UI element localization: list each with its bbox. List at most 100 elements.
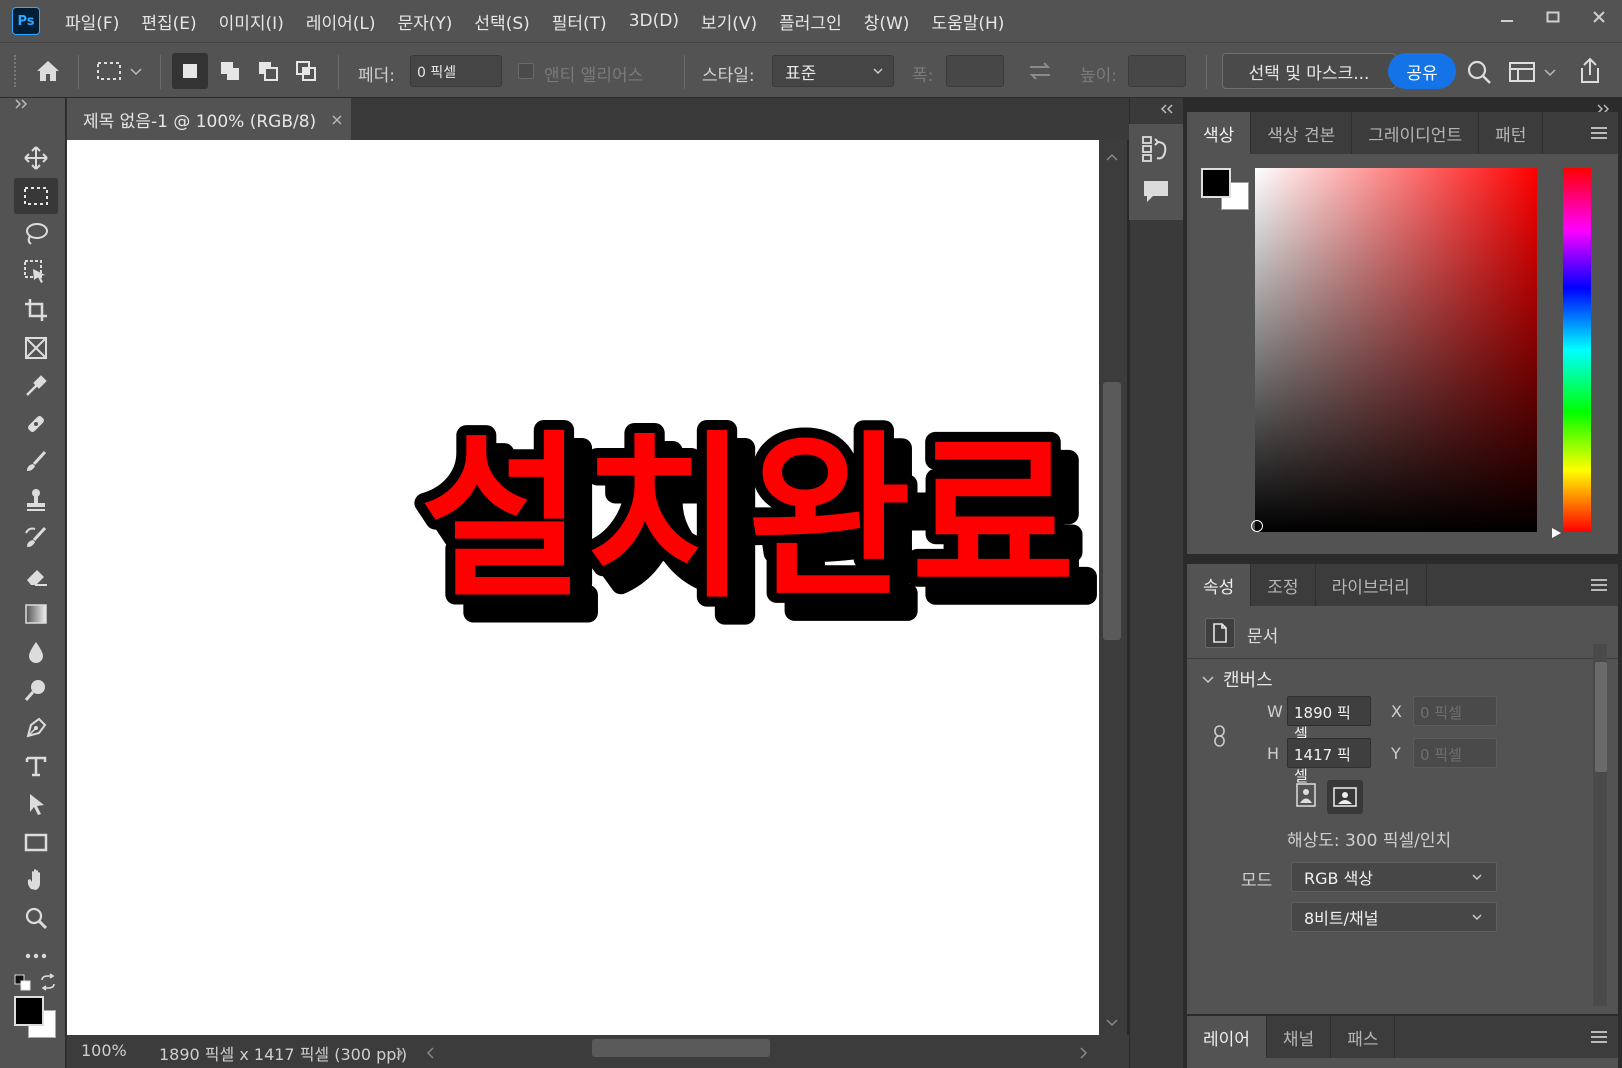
antialias-checkbox[interactable]	[518, 63, 534, 79]
gradient-tool-icon[interactable]	[14, 596, 58, 632]
eraser-tool-icon[interactable]	[14, 558, 58, 594]
intersect-selection-icon[interactable]	[288, 53, 324, 89]
landscape-orientation-icon[interactable]	[1327, 780, 1363, 814]
share-button[interactable]: 공유	[1388, 53, 1456, 89]
panel-menu-icon[interactable]	[1590, 1029, 1608, 1043]
canvas-width-field[interactable]: 1890 픽셀	[1287, 696, 1371, 743]
swap-colors-icon[interactable]	[38, 972, 58, 992]
scroll-down-icon[interactable]	[1104, 1014, 1120, 1033]
menu-select[interactable]: 선택(S)	[463, 9, 540, 34]
tab-libraries[interactable]: 라이브러리	[1316, 564, 1427, 606]
pen-tool-icon[interactable]	[14, 710, 58, 746]
history-panel-icon[interactable]	[1141, 134, 1171, 168]
tab-color[interactable]: 색상	[1187, 112, 1252, 154]
eyedropper-tool-icon[interactable]	[14, 368, 58, 404]
tab-channels[interactable]: 채널	[1267, 1016, 1332, 1058]
frame-tool-icon[interactable]	[14, 330, 58, 366]
brush-tool-icon[interactable]	[14, 444, 58, 480]
collapse-toolbar-icon[interactable]	[14, 98, 30, 113]
marquee-preset-picker[interactable]	[96, 55, 152, 87]
scroll-left-icon[interactable]	[425, 1045, 435, 1064]
comments-panel-icon[interactable]	[1141, 178, 1171, 210]
home-icon[interactable]	[30, 53, 66, 89]
tab-adjustments[interactable]: 조정	[1251, 564, 1316, 606]
height-input[interactable]	[1128, 55, 1186, 87]
tab-swatches[interactable]: 색상 견본	[1251, 112, 1353, 154]
width-input[interactable]	[946, 55, 1004, 87]
feather-input[interactable]: 0 픽셀	[410, 55, 502, 87]
rectangular-marquee-tool-icon[interactable]	[14, 178, 58, 214]
menu-3d[interactable]: 3D(D)	[618, 11, 690, 31]
horizontal-scroll-thumb[interactable]	[592, 1039, 770, 1057]
more-tools-icon[interactable]	[14, 938, 58, 974]
clone-stamp-tool-icon[interactable]	[14, 482, 58, 518]
rectangle-tool-icon[interactable]	[14, 824, 58, 860]
share-export-icon[interactable]	[1574, 55, 1606, 87]
menu-filter[interactable]: 필터(T)	[541, 9, 618, 34]
hue-slider[interactable]	[1563, 168, 1591, 532]
hand-tool-icon[interactable]	[14, 862, 58, 898]
menu-window[interactable]: 창(W)	[853, 9, 921, 34]
crop-tool-icon[interactable]	[14, 292, 58, 328]
color-mode-select[interactable]: RGB 색상	[1291, 862, 1497, 892]
color-field[interactable]	[1255, 168, 1537, 532]
workspace-switcher[interactable]	[1508, 57, 1564, 87]
zoom-tool-icon[interactable]	[14, 900, 58, 936]
collapse-dock-icon[interactable]	[1160, 100, 1176, 119]
dodge-tool-icon[interactable]	[14, 672, 58, 708]
properties-scroll-thumb[interactable]	[1595, 662, 1607, 772]
link-dimensions-icon[interactable]	[1211, 724, 1229, 752]
tab-gradients[interactable]: 그레이디언트	[1352, 112, 1480, 154]
minimize-icon[interactable]	[1484, 0, 1530, 34]
move-tool-icon[interactable]	[14, 140, 58, 176]
swap-dimensions-icon[interactable]	[1026, 59, 1054, 83]
tab-paths[interactable]: 패스	[1331, 1016, 1396, 1058]
maximize-icon[interactable]	[1530, 0, 1576, 34]
menu-view[interactable]: 보기(V)	[690, 9, 768, 34]
tab-layers[interactable]: 레이어	[1187, 1016, 1267, 1058]
canvas-height-field[interactable]: 1417 픽셀	[1287, 738, 1371, 785]
tab-patterns[interactable]: 패턴	[1479, 112, 1544, 154]
default-colors-icon[interactable]	[14, 974, 32, 992]
menu-image[interactable]: 이미지(I)	[208, 9, 295, 34]
text-layer[interactable]: 설치완료 설치완료 설치완료	[410, 405, 1200, 650]
hue-slider-handle[interactable]	[1551, 524, 1563, 543]
menu-file[interactable]: 파일(F)	[54, 9, 130, 34]
panel-menu-icon[interactable]	[1590, 125, 1608, 139]
subtract-from-selection-icon[interactable]	[250, 53, 286, 89]
tab-properties[interactable]: 속성	[1187, 564, 1252, 606]
panel-menu-icon[interactable]	[1590, 577, 1608, 591]
section-collapse-icon[interactable]	[1201, 672, 1215, 691]
menu-plugins[interactable]: 플러그인	[768, 9, 853, 34]
object-selection-tool-icon[interactable]	[14, 254, 58, 290]
zoom-level[interactable]: 100%	[81, 1041, 127, 1060]
type-tool-icon[interactable]	[14, 748, 58, 784]
blur-tool-icon[interactable]	[14, 634, 58, 670]
path-selection-tool-icon[interactable]	[14, 786, 58, 822]
scroll-up-icon[interactable]	[1104, 148, 1120, 167]
portrait-orientation-icon[interactable]	[1291, 780, 1321, 810]
healing-brush-tool-icon[interactable]	[14, 406, 58, 442]
new-selection-icon[interactable]	[172, 53, 208, 89]
history-brush-tool-icon[interactable]	[14, 520, 58, 556]
lasso-tool-icon[interactable]	[14, 216, 58, 252]
foreground-color-swatch[interactable]	[14, 996, 44, 1026]
vertical-scroll-thumb[interactable]	[1103, 382, 1121, 640]
search-icon[interactable]	[1464, 57, 1494, 87]
canvas-y-field[interactable]: 0 픽셀	[1413, 738, 1497, 768]
bit-depth-select[interactable]: 8비트/채널	[1291, 902, 1497, 932]
scroll-right-icon[interactable]	[1079, 1045, 1089, 1064]
panel-foreground-swatch[interactable]	[1201, 168, 1231, 198]
style-select[interactable]: 표준	[772, 55, 894, 87]
menu-help[interactable]: 도움말(H)	[920, 9, 1015, 34]
close-window-icon[interactable]	[1576, 0, 1622, 34]
menu-type[interactable]: 문자(Y)	[386, 9, 463, 34]
canvas-x-field[interactable]: 0 픽셀	[1413, 696, 1497, 726]
add-to-selection-icon[interactable]	[212, 53, 248, 89]
close-tab-icon[interactable]: ×	[330, 110, 343, 129]
color-picker-handle[interactable]	[1251, 520, 1263, 532]
select-and-mask-button[interactable]: 선택 및 마스크...	[1222, 53, 1396, 89]
menu-layer[interactable]: 레이어(L)	[295, 9, 387, 34]
document-tab[interactable]: 제목 없음-1 @ 100% (RGB/8) ×	[67, 98, 351, 140]
menu-edit[interactable]: 편집(E)	[130, 9, 207, 34]
